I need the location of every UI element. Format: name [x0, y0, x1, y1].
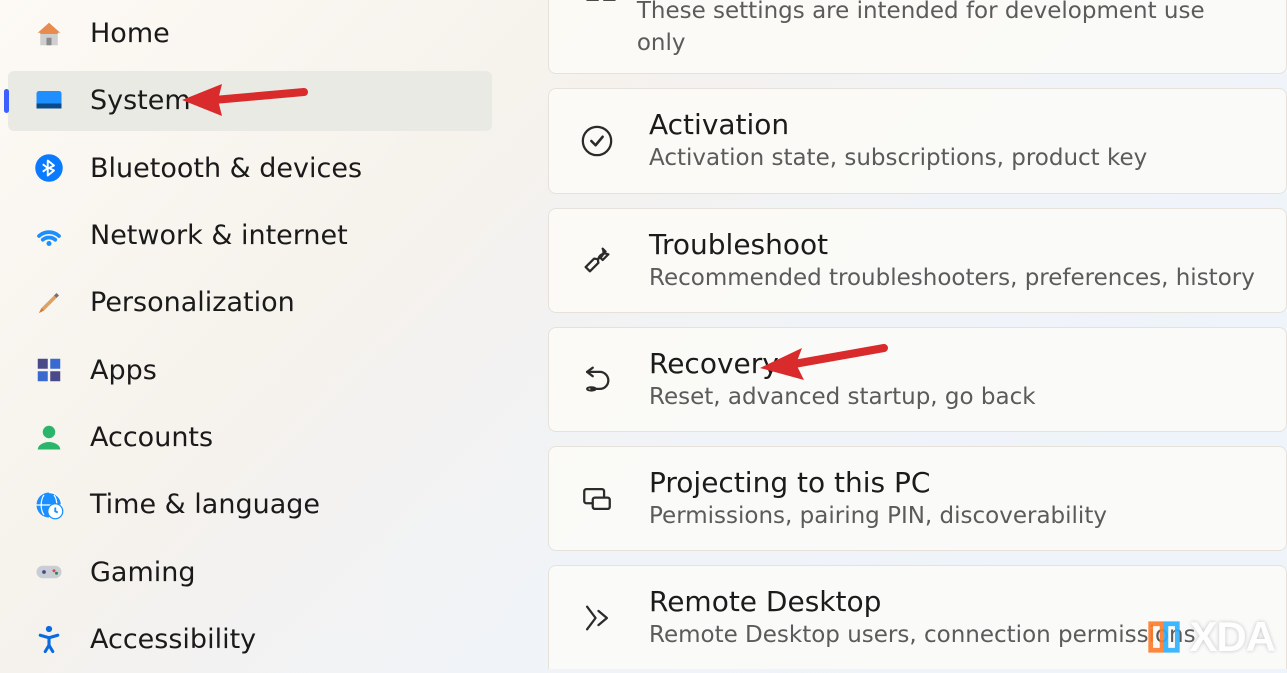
card-recovery[interactable]: Recovery Reset, advanced startup, go bac… [548, 327, 1287, 432]
card-title: Remote Desktop [649, 584, 1196, 619]
card-activation[interactable]: Activation Activation state, subscriptio… [548, 88, 1287, 193]
main-panel: These settings are intended for developm… [500, 0, 1287, 673]
accessibility-icon [32, 622, 66, 656]
paintbrush-icon [32, 286, 66, 320]
sidebar-item-network[interactable]: Network & internet [8, 206, 492, 265]
card-sub: Recommended troubleshooters, preferences… [649, 262, 1255, 294]
card-devhome[interactable]: These settings are intended for developm… [548, 0, 1287, 74]
checkmark-circle-icon [579, 123, 615, 159]
card-title: Troubleshoot [649, 227, 1255, 262]
sidebar-item-label: Home [90, 18, 170, 49]
card-sub: Permissions, pairing PIN, discoverabilit… [649, 500, 1107, 532]
sidebar: Home System Bluetooth & devices Network … [0, 0, 500, 673]
gaming-icon [32, 555, 66, 589]
card-sub: These settings are intended for developm… [637, 0, 1258, 59]
sidebar-item-system[interactable]: System [8, 71, 492, 130]
remote-desktop-icon [579, 600, 615, 636]
sidebar-item-label: Apps [90, 355, 157, 386]
sidebar-item-accounts[interactable]: Accounts [8, 408, 492, 467]
card-troubleshoot[interactable]: Troubleshoot Recommended troubleshooters… [548, 208, 1287, 313]
bluetooth-icon [32, 151, 66, 185]
sidebar-item-label: Gaming [90, 557, 196, 588]
system-icon [32, 84, 66, 118]
sidebar-item-home[interactable]: Home [8, 4, 492, 63]
card-projecting[interactable]: Projecting to this PC Permissions, pairi… [548, 446, 1287, 551]
xda-watermark: XDA [1145, 613, 1275, 661]
sidebar-item-bluetooth[interactable]: Bluetooth & devices [8, 139, 492, 198]
sidebar-item-gaming[interactable]: Gaming [8, 542, 492, 601]
apps-icon [32, 353, 66, 387]
sidebar-item-personalization[interactable]: Personalization [8, 273, 492, 332]
xda-text: XDA [1189, 613, 1275, 661]
sidebar-item-time[interactable]: Time & language [8, 475, 492, 534]
sidebar-item-accessibility[interactable]: Accessibility [8, 610, 492, 669]
sidebar-item-label: Personalization [90, 287, 295, 318]
sidebar-item-label: Accounts [90, 422, 213, 453]
sidebar-item-label: Accessibility [90, 624, 256, 655]
card-title: Projecting to this PC [649, 465, 1107, 500]
sidebar-item-apps[interactable]: Apps [8, 340, 492, 399]
wrench-icon [579, 242, 615, 278]
card-title: Activation [649, 107, 1147, 142]
recovery-icon [579, 361, 615, 397]
card-sub: Remote Desktop users, connection permiss… [649, 619, 1196, 651]
sidebar-item-label: Bluetooth & devices [90, 153, 362, 184]
sidebar-item-label: Network & internet [90, 220, 348, 251]
wifi-icon [32, 219, 66, 253]
xda-logo-icon [1145, 618, 1183, 656]
accounts-icon [32, 420, 66, 454]
devhome-icon [579, 0, 623, 1]
globe-clock-icon [32, 488, 66, 522]
projecting-icon [579, 481, 615, 517]
card-title: Recovery [649, 346, 1036, 381]
home-icon [32, 17, 66, 51]
card-sub: Reset, advanced startup, go back [649, 381, 1036, 413]
sidebar-item-label: Time & language [90, 489, 320, 520]
card-sub: Activation state, subscriptions, product… [649, 142, 1147, 174]
sidebar-item-label: System [90, 85, 191, 116]
